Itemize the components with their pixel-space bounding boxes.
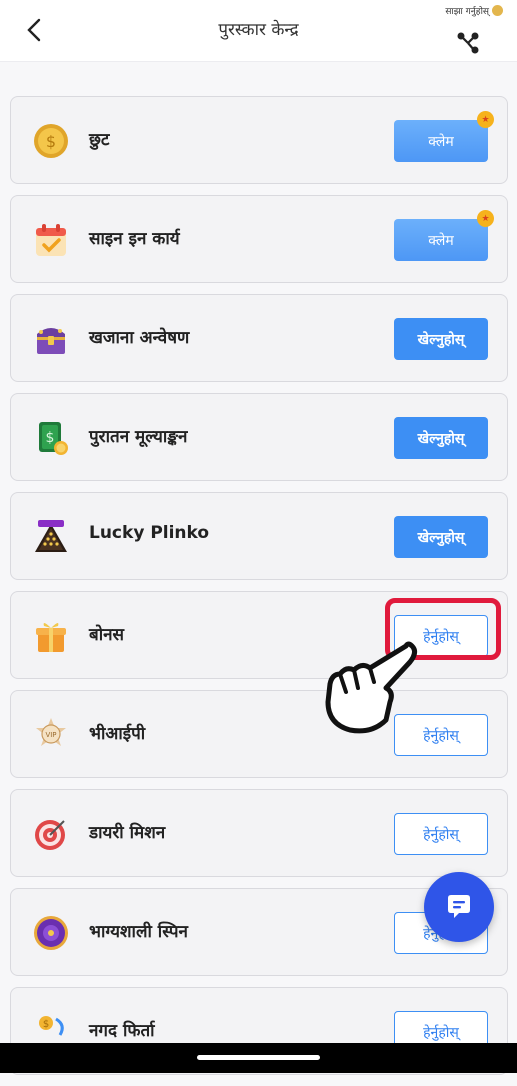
list-item-lucky-plinko: Lucky Plinko खेल्नुहोस् (10, 492, 508, 580)
item-label: साइन इन कार्य (89, 229, 180, 249)
star-badge-icon: ★ (477, 111, 494, 128)
play-button[interactable]: खेल्नुहोस् (394, 516, 488, 558)
item-label: छुट (89, 130, 110, 150)
play-button[interactable]: खेल्नुहोस् (394, 318, 488, 360)
view-button-label: हेर्नुहोस् (423, 1024, 459, 1041)
plinko-icon (31, 517, 71, 557)
svg-text:$: $ (46, 430, 55, 446)
play-button-label: खेल्नुहोस् (417, 529, 465, 546)
chat-bubble-icon (448, 895, 470, 918)
share-label-text: साझा गर्नुहोस् (445, 7, 489, 17)
money-card-icon: $ (31, 418, 71, 458)
item-label: भीआईपी (89, 724, 146, 744)
item-label: Lucky Plinko (89, 523, 210, 543)
coin-icon (492, 5, 503, 16)
view-button-label: हेर्नुहोस् (423, 826, 459, 843)
spin-wheel-icon (31, 913, 71, 953)
view-button-label: हेर्नुहोस् (423, 727, 459, 744)
gift-box-icon (31, 616, 71, 656)
target-icon (31, 814, 71, 854)
reward-list: $ छुट क्लेम ★ साइन इन कार्य क्लेम ★ खजान… (10, 96, 508, 1086)
share-label[interactable]: साझा गर्नुहोस् (445, 4, 503, 17)
list-item-discount: $ छुट क्लेम ★ (10, 96, 508, 184)
vip-badge-icon: VIP (31, 715, 71, 755)
svg-text:$: $ (43, 1019, 49, 1030)
gold-coin-icon: $ (31, 121, 71, 161)
view-button[interactable]: हेर्नुहोस् (394, 615, 488, 657)
list-item-treasure: खजाना अन्वेषण खेल्नुहोस् (10, 294, 508, 382)
item-label: खजाना अन्वेषण (89, 328, 190, 348)
chat-button[interactable] (424, 872, 494, 942)
claim-button-label: क्लेम (428, 133, 454, 150)
list-item-sign-in: साइन इन कार्य क्लेम ★ (10, 195, 508, 283)
item-label: बोनस (89, 625, 125, 645)
item-label: भाग्यशाली स्पिन (89, 922, 188, 942)
list-item-vip: VIP भीआईपी हेर्नुहोस् (10, 690, 508, 778)
share-button[interactable] (455, 30, 481, 56)
header-bar: पुरस्कार केन्द्र साझा गर्नुहोस् (0, 0, 517, 62)
view-button[interactable]: हेर्नुहोस् (394, 813, 488, 855)
treasure-chest-icon (31, 319, 71, 359)
play-button-label: खेल्नुहोस् (417, 331, 465, 348)
home-indicator[interactable] (197, 1055, 320, 1060)
page-title: पुरस्कार केन्द्र (218, 20, 299, 40)
claim-button[interactable]: क्लेम ★ (394, 210, 494, 261)
view-button[interactable]: हेर्नुहोस् (394, 714, 488, 756)
play-button-label: खेल्नुहोस् (417, 430, 465, 447)
list-item-bonus: बोनस हेर्नुहोस् (10, 591, 508, 679)
svg-text:VIP: VIP (45, 731, 56, 739)
star-badge-icon: ★ (477, 210, 494, 227)
svg-text:$: $ (46, 132, 56, 151)
list-item-antique-valuation: $ पुरातन मूल्याङ्कन खेल्नुहोस् (10, 393, 508, 481)
item-label: पुरातन मूल्याङ्कन (89, 427, 188, 447)
share-icon (457, 32, 479, 54)
item-label: नगद फिर्ता (89, 1021, 155, 1041)
claim-button[interactable]: क्लेम ★ (394, 111, 494, 162)
play-button[interactable]: खेल्नुहोस् (394, 417, 488, 459)
claim-button-label: क्लेम (428, 232, 454, 249)
item-label: डायरी मिशन (89, 823, 166, 843)
list-item-diary-mission: डायरी मिशन हेर्नुहोस् (10, 789, 508, 877)
calendar-check-icon (31, 220, 71, 260)
view-button-label: हेर्नुहोस् (423, 628, 459, 645)
